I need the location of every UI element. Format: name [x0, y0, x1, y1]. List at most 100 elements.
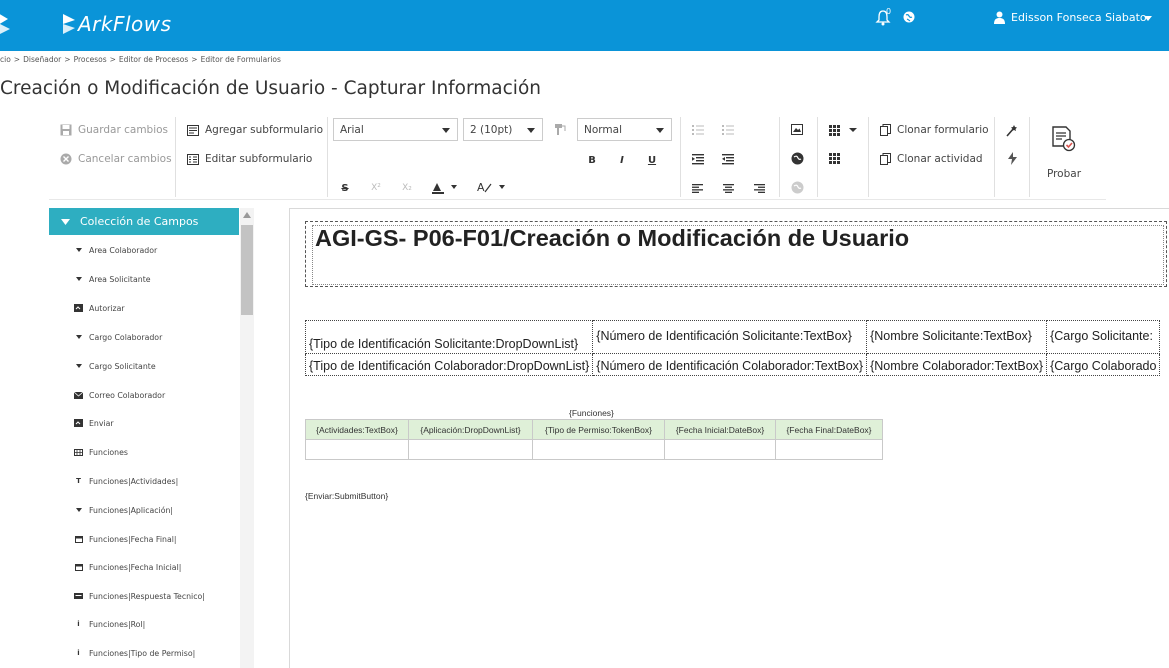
- user-name: Edisson Fonseca Siabato: [1011, 11, 1147, 24]
- superscript-button[interactable]: X²: [369, 182, 383, 194]
- page-title: Creación o Modificación de Usuario - Cap…: [0, 78, 541, 99]
- app-logo[interactable]: ArkFlows: [62, 11, 172, 37]
- edit-subform-button[interactable]: Editar subformulario: [187, 153, 312, 165]
- user-avatar-icon: [994, 11, 1005, 24]
- toolbar-divider: [327, 117, 328, 197]
- align-right-icon[interactable]: [754, 184, 765, 193]
- submit-icon: [74, 304, 83, 313]
- breadcrumb-separator: >: [109, 55, 116, 64]
- test-button[interactable]: Probar: [1039, 124, 1089, 184]
- cancel-changes-button[interactable]: Cancelar cambios: [60, 153, 172, 165]
- field-item-label: Funciones|Actividades|: [89, 476, 179, 486]
- chevron-down-icon: [527, 128, 535, 133]
- sidebar-scrollbar[interactable]: [240, 208, 254, 668]
- field-item[interactable]: Funciones|Respuesta Tecnico|: [74, 589, 205, 603]
- field-item[interactable]: Funciones|Aplicación|: [74, 503, 173, 517]
- field-item[interactable]: Funciones|Fecha Final|: [74, 532, 177, 546]
- calendar-icon: [74, 563, 83, 572]
- strikethrough-button[interactable]: S: [338, 182, 352, 194]
- table-cell[interactable]: [664, 439, 776, 460]
- table-header-cell[interactable]: {Actividades:TextBox}: [305, 419, 409, 440]
- functions-subform-table[interactable]: {Actividades:TextBox} {Aplicación:DropDo…: [305, 419, 883, 460]
- numbered-list-icon[interactable]: [722, 125, 734, 135]
- breadcrumb-processes[interactable]: Procesos: [74, 55, 107, 65]
- table-cell[interactable]: [305, 439, 409, 460]
- field-item[interactable]: Correo Colaborador: [74, 388, 165, 402]
- table-cell[interactable]: [408, 439, 533, 460]
- format-painter-icon[interactable]: [553, 123, 567, 136]
- table-cell[interactable]: {Número de Identificación Colaborador:Te…: [592, 353, 868, 376]
- chevron-down-icon[interactable]: [1144, 16, 1152, 21]
- textarea-icon: [74, 592, 83, 601]
- scrollbar-thumb[interactable]: [241, 225, 253, 315]
- save-changes-button[interactable]: Guardar cambios: [60, 124, 168, 136]
- field-item[interactable]: i Funciones|Tipo de Permiso|: [74, 646, 195, 660]
- field-item[interactable]: Funciones|Fecha Inicial|: [74, 560, 181, 574]
- underline-button[interactable]: U: [645, 154, 659, 166]
- font-color-icon[interactable]: A: [477, 181, 507, 194]
- table-header-cell[interactable]: {Aplicación:DropDownList}: [408, 419, 533, 440]
- bold-button[interactable]: B: [585, 154, 599, 166]
- table-cell[interactable]: {Cargo Solicitante:: [1046, 320, 1161, 354]
- italic-button[interactable]: I: [615, 154, 629, 166]
- caret-down-icon: [74, 246, 83, 255]
- subscript-button[interactable]: X₂: [400, 182, 414, 194]
- field-item[interactable]: Autorizar: [74, 301, 125, 315]
- field-item[interactable]: Area Solicitante: [74, 272, 151, 286]
- table-cell[interactable]: [775, 439, 883, 460]
- paragraph-style-select[interactable]: Normal: [577, 118, 672, 141]
- breadcrumb-separator: >: [191, 55, 198, 64]
- arkflows-logo-icon: [63, 14, 75, 34]
- table-cell[interactable]: {Número de Identificación Solicitante:Te…: [592, 320, 868, 354]
- field-item[interactable]: Area Colaborador: [74, 243, 157, 257]
- add-subform-button[interactable]: Agregar subformulario: [187, 124, 323, 136]
- field-item[interactable]: i Funciones|Rol|: [74, 617, 145, 631]
- clone-activity-button[interactable]: Clonar actividad: [880, 153, 983, 165]
- table-header-cell[interactable]: {Fecha Inicial:DateBox}: [664, 419, 776, 440]
- align-left-icon[interactable]: [692, 184, 703, 193]
- copy-icon: [880, 153, 891, 165]
- table-cell[interactable]: {Cargo Colaborado: [1046, 353, 1161, 376]
- table-cell[interactable]: [532, 439, 665, 460]
- table-cell[interactable]: {Nombre Solicitante:TextBox}: [866, 320, 1048, 354]
- font-family-select[interactable]: Arial: [333, 118, 458, 141]
- field-item[interactable]: T Funciones|Actividades|: [74, 474, 178, 488]
- table-header-cell[interactable]: {Tipo de Permiso:TokenBox}: [532, 419, 665, 440]
- chevron-down-icon: [656, 128, 664, 133]
- insert-link-icon[interactable]: [791, 152, 804, 165]
- field-item[interactable]: Cargo Colaborador: [74, 330, 162, 344]
- form-title[interactable]: AGI-GS- P06-F01/Creación o Modificación …: [315, 225, 909, 252]
- toolbar-divider: [1029, 117, 1030, 197]
- breadcrumb-process-editor[interactable]: Editor de Procesos: [119, 55, 188, 65]
- clone-form-button[interactable]: Clonar formulario: [880, 124, 989, 136]
- lightning-icon[interactable]: [1008, 152, 1017, 165]
- field-collection-header[interactable]: Colección de Campos: [49, 208, 239, 235]
- field-item[interactable]: Cargo Solicitante: [74, 359, 156, 373]
- outdent-icon[interactable]: [692, 154, 704, 165]
- table-insert-icon[interactable]: [829, 125, 859, 136]
- breadcrumb-designer[interactable]: Diseñador: [23, 55, 61, 65]
- breadcrumb-home[interactable]: cio: [0, 55, 11, 65]
- insert-image-icon[interactable]: [791, 124, 803, 135]
- table-cell[interactable]: {Tipo de Identificación Colaborador:Drop…: [304, 353, 594, 376]
- toolbar-divider: [868, 117, 869, 197]
- table-header-cell[interactable]: {Fecha Final:DateBox}: [775, 419, 883, 440]
- remove-link-icon[interactable]: [791, 181, 804, 194]
- field-item-label: Area Solicitante: [89, 274, 151, 284]
- submit-button-field[interactable]: {Enviar:SubmitButton}: [305, 491, 388, 501]
- menu-toggle-icon[interactable]: [0, 11, 14, 35]
- table-cell[interactable]: {Tipo de Identificación Solicitante:Drop…: [304, 320, 594, 354]
- indent-icon[interactable]: [722, 154, 734, 165]
- font-size-select[interactable]: 2 (10pt): [463, 118, 543, 141]
- align-center-icon[interactable]: [723, 184, 734, 193]
- globe-icon[interactable]: [903, 11, 915, 23]
- scroll-up-icon[interactable]: [243, 212, 251, 218]
- magic-wand-icon[interactable]: [1006, 124, 1018, 137]
- field-item[interactable]: Enviar: [74, 416, 114, 430]
- user-menu[interactable]: Edisson Fonseca Siabato: [994, 11, 1147, 24]
- field-item[interactable]: Funciones: [74, 445, 128, 459]
- table-grid-icon[interactable]: [829, 153, 840, 164]
- bullet-list-icon[interactable]: [692, 125, 704, 135]
- table-cell[interactable]: {Nombre Colaborador:TextBox}: [866, 353, 1048, 376]
- highlight-color-icon[interactable]: [432, 181, 458, 194]
